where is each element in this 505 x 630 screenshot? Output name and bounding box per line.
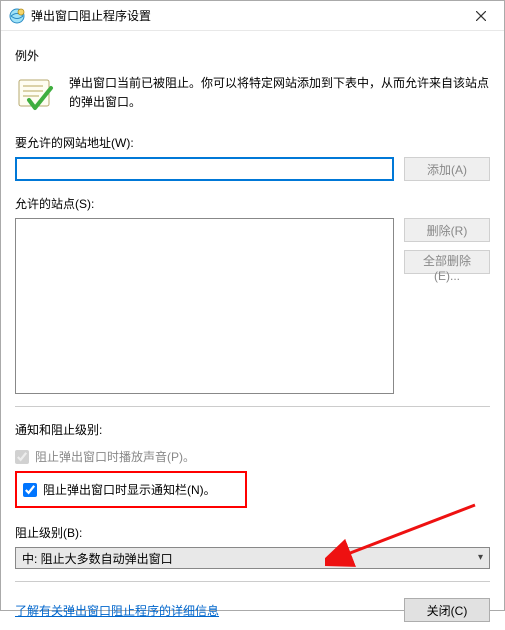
learn-more-link[interactable]: 了解有关弹出窗口阻止程序的详细信息 xyxy=(15,602,219,619)
remove-all-button[interactable]: 全部删除(E)... xyxy=(404,250,490,274)
play-sound-label: 阻止弹出窗口时播放声音(P)。 xyxy=(35,448,195,465)
close-button[interactable]: 关闭(C) xyxy=(404,598,490,622)
address-input[interactable] xyxy=(15,157,394,181)
address-row: 添加(A) xyxy=(15,157,490,181)
play-sound-checkbox[interactable] xyxy=(15,450,29,464)
close-icon xyxy=(476,11,486,21)
window-close-button[interactable] xyxy=(458,1,504,31)
exceptions-heading: 例外 xyxy=(15,47,490,64)
show-notification-label: 阻止弹出窗口时显示通知栏(N)。 xyxy=(43,481,216,498)
block-level-combobox[interactable]: 中: 阻止大多数自动弹出窗口 ▾ xyxy=(15,547,490,569)
footer: 了解有关弹出窗口阻止程序的详细信息 关闭(C) xyxy=(15,588,490,622)
highlight-annotation: 阻止弹出窗口时显示通知栏(N)。 xyxy=(15,471,247,508)
allowed-sites-row: 删除(R) 全部删除(E)... xyxy=(15,218,490,394)
remove-button[interactable]: 删除(R) xyxy=(404,218,490,242)
add-button[interactable]: 添加(A) xyxy=(404,157,490,181)
show-notification-checkbox[interactable] xyxy=(23,483,37,497)
window-title: 弹出窗口阻止程序设置 xyxy=(31,7,458,24)
play-sound-checkbox-row: 阻止弹出窗口时播放声音(P)。 xyxy=(15,448,490,465)
dialog-body: 例外 弹出窗口当前已被阻止。你可以将特定网站添加到下表中，从而允许来自该站点的弹… xyxy=(1,31,504,630)
chevron-down-icon: ▾ xyxy=(478,552,483,563)
show-notification-checkbox-row[interactable]: 阻止弹出窗口时显示通知栏(N)。 xyxy=(23,481,239,498)
block-level-value: 中: 阻止大多数自动弹出窗口 xyxy=(22,550,173,567)
intro-icon xyxy=(15,74,57,116)
allowed-sites-label: 允许的站点(S): xyxy=(15,195,490,212)
intro-row: 弹出窗口当前已被阻止。你可以将特定网站添加到下表中，从而允许来自该站点的弹出窗口… xyxy=(15,74,490,116)
app-icon xyxy=(9,8,25,24)
titlebar: 弹出窗口阻止程序设置 xyxy=(1,1,504,31)
separator-2 xyxy=(15,581,490,582)
block-level-label: 阻止级别(B): xyxy=(15,524,490,541)
address-label: 要允许的网站地址(W): xyxy=(15,134,490,151)
popup-blocker-settings-window: 弹出窗口阻止程序设置 例外 弹出窗口当前已被阻止。你可以将特定网站添加到下表中，… xyxy=(0,0,505,611)
notify-heading: 通知和阻止级别: xyxy=(15,421,490,438)
allowed-sites-listbox[interactable] xyxy=(15,218,394,394)
intro-text: 弹出窗口当前已被阻止。你可以将特定网站添加到下表中，从而允许来自该站点的弹出窗口… xyxy=(69,74,490,116)
separator xyxy=(15,406,490,407)
